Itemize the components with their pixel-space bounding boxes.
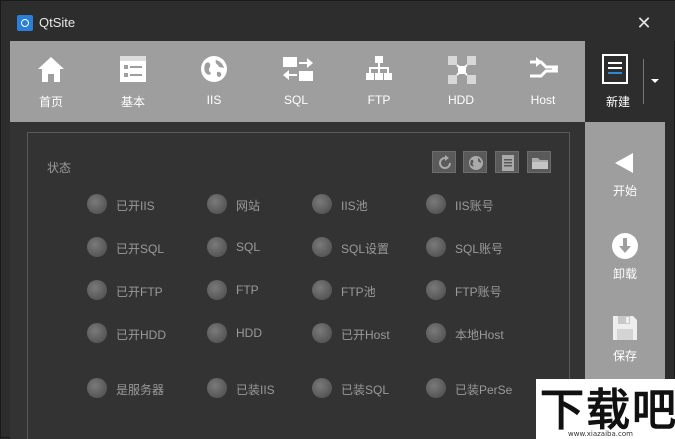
status-indicator [207, 194, 227, 214]
status-indicator [312, 323, 332, 343]
divider [643, 59, 644, 104]
start-label: 开始 [612, 184, 637, 198]
toolbar-home-button[interactable]: 首页 [21, 41, 81, 122]
network-icon [366, 56, 392, 80]
status-label: SQL设置 [341, 242, 390, 256]
status-indicator [426, 237, 446, 257]
start-button[interactable]: 开始 [585, 150, 665, 210]
globe-button[interactable] [463, 151, 487, 173]
close-icon: ✕ [636, 13, 652, 33]
close-button[interactable]: ✕ [629, 9, 659, 37]
svg-text:下载吧: 下载吧 [540, 385, 675, 436]
status-label: SQL [236, 240, 261, 254]
status-label: 已开Host [341, 328, 390, 342]
toolbar-sql-button[interactable]: SQL [266, 41, 326, 122]
new-button-group: 新建 [585, 41, 665, 122]
log-button[interactable] [495, 151, 519, 173]
toolbar-label: 首页 [38, 95, 63, 109]
status-title: 状态 [47, 161, 72, 175]
save-button[interactable]: 保存 [585, 314, 665, 374]
status-indicator [87, 194, 107, 214]
toolbar-label: SQL [283, 93, 308, 107]
status-label: 已装PerSe [455, 383, 513, 397]
new-button[interactable]: 新建 [585, 41, 645, 122]
refresh-icon [439, 155, 451, 169]
status-label: 已开HDD [116, 328, 166, 342]
xiazaiba-logo-icon: 下载吧 www.xiazaiba.com [540, 385, 675, 438]
form-icon [120, 56, 146, 82]
status-indicator [207, 237, 227, 257]
status-label: IIS池 [341, 199, 368, 213]
status-indicator [426, 378, 446, 398]
toolbar-label: IIS [206, 93, 222, 107]
toolbar-label: HDD [448, 93, 474, 107]
status-label: 已装SQL [341, 383, 390, 397]
status-indicator [312, 280, 332, 300]
folder-icon [532, 158, 548, 169]
save-icon [613, 316, 637, 340]
svg-text:www.xiazaiba.com: www.xiazaiba.com [568, 430, 633, 438]
main-toolbar: 首页 基本 IIS SQL FTP HDD Host [10, 41, 585, 122]
document-icon [602, 54, 628, 84]
status-indicator [87, 323, 107, 343]
status-label: 已装IIS [236, 383, 275, 397]
folder-button[interactable] [527, 151, 551, 173]
status-indicator [312, 194, 332, 214]
status-label: 已开IIS [116, 199, 155, 213]
title-bar: QtSite ✕ [1, 1, 675, 41]
status-label: 是服务器 [116, 383, 165, 397]
status-label: 本地Host [455, 328, 504, 342]
toolbar-host-button[interactable]: Host [513, 41, 573, 122]
status-indicator [312, 237, 332, 257]
toolbar-ftp-button[interactable]: FTP [349, 41, 409, 122]
status-label: HDD [236, 326, 262, 340]
status-label: FTP账号 [455, 285, 502, 299]
connect-icon [530, 57, 558, 78]
toolbar-label: FTP [367, 93, 391, 107]
toolbar-iis-button[interactable]: IIS [184, 41, 244, 122]
app-logo-icon [17, 15, 33, 31]
status-indicator [87, 280, 107, 300]
globe-icon [201, 56, 227, 82]
app-window: QtSite ✕ 首页 基本 IIS SQL FTP HDD Host 新建 状… [0, 0, 675, 439]
play-icon [615, 153, 633, 173]
save-label: 保存 [612, 349, 637, 363]
status-indicator [87, 378, 107, 398]
status-indicator [207, 323, 227, 343]
status-label: IIS账号 [455, 199, 494, 213]
status-indicator [87, 237, 107, 257]
status-indicator [207, 280, 227, 300]
status-indicator [207, 378, 227, 398]
toolbar-basic-button[interactable]: 基本 [103, 41, 163, 122]
toolbar-label: 基本 [120, 95, 145, 109]
new-dropdown-arrow[interactable] [647, 73, 663, 89]
home-icon [38, 57, 64, 82]
status-label: 网站 [236, 199, 261, 213]
database-transfer-icon [283, 57, 313, 81]
status-label: FTP池 [341, 285, 376, 299]
document-icon [502, 155, 514, 171]
status-label: 已开SQL [116, 242, 165, 256]
download-icon [612, 233, 638, 259]
status-indicator [312, 378, 332, 398]
status-label: FTP [236, 283, 259, 297]
toolbar-hdd-button[interactable]: HDD [431, 41, 491, 122]
watermark-logo: 下载吧 www.xiazaiba.com [536, 379, 675, 439]
status-indicator [426, 323, 446, 343]
new-button-label: 新建 [605, 95, 630, 109]
refresh-button[interactable] [432, 151, 456, 173]
chevron-down-icon [651, 79, 659, 83]
status-label: 已开FTP [116, 285, 163, 299]
globe-icon [469, 156, 483, 170]
window-title: QtSite [39, 15, 76, 30]
uninstall-button[interactable]: 卸载 [585, 232, 665, 292]
toolbar-label: Host [530, 93, 556, 107]
status-indicator [426, 194, 446, 214]
uninstall-label: 卸载 [612, 267, 637, 281]
status-label: SQL账号 [455, 242, 504, 256]
status-indicator [426, 280, 446, 300]
share-icon [448, 56, 476, 84]
